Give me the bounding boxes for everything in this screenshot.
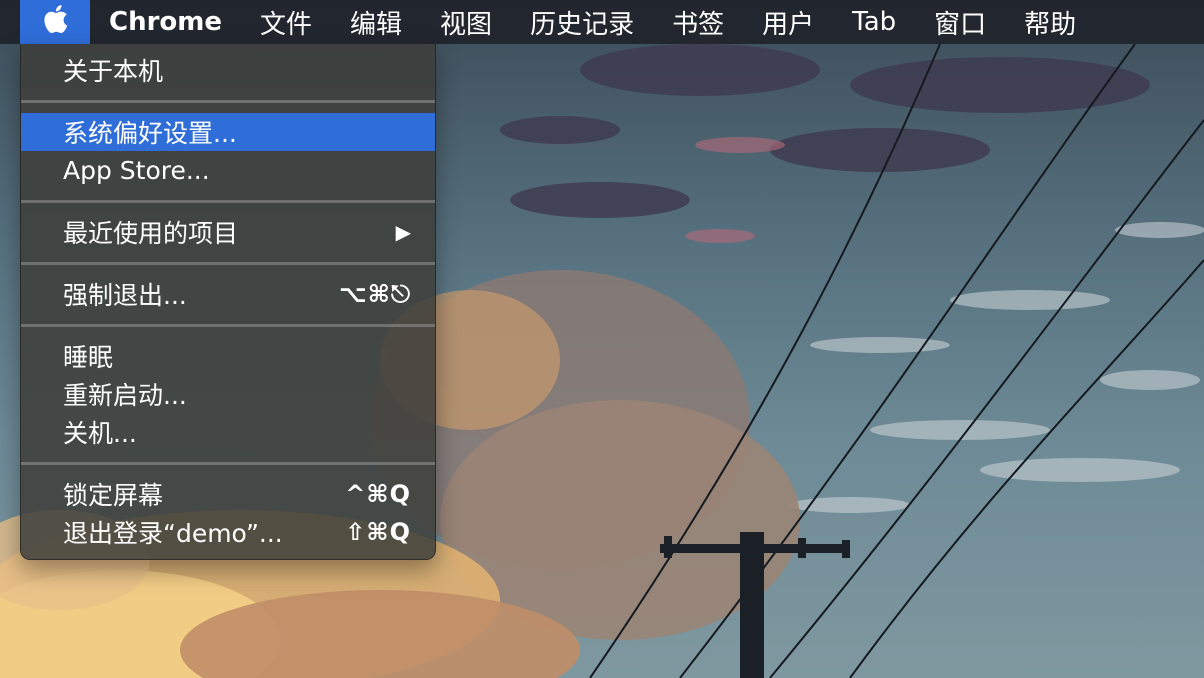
menu-item-force-quit-label: 强制退出... xyxy=(63,281,187,310)
menu-item-logout-label: 退出登录“demo”... xyxy=(63,519,283,548)
menubar-item-help[interactable]: 帮助 xyxy=(1005,0,1095,44)
apple-menu-dropdown: 关于本机 系统偏好设置... App Store... 最近使用的项目 ▶ 强制… xyxy=(20,44,436,560)
menubar-item-view[interactable]: 视图 xyxy=(421,0,511,44)
submenu-arrow-icon: ▶ xyxy=(395,220,411,244)
menu-bar: Chrome 文件 编辑 视图 历史记录 书签 用户 Tab 窗口 帮助 xyxy=(0,0,1204,44)
menu-separator xyxy=(21,462,435,465)
menubar-item-tab[interactable]: Tab xyxy=(833,0,915,44)
menubar-item-people[interactable]: 用户 xyxy=(743,0,833,44)
menu-item-about-label: 关于本机 xyxy=(63,57,164,86)
menu-item-lock-screen-label: 锁定屏幕 xyxy=(63,481,164,510)
menubar-app-name[interactable]: Chrome xyxy=(90,0,241,44)
apple-menu-button[interactable] xyxy=(20,0,90,44)
menu-item-force-quit[interactable]: 强制退出... ⌥⌘⎋ xyxy=(21,275,435,313)
menu-separator xyxy=(21,200,435,203)
apple-logo-icon xyxy=(42,4,68,41)
menubar-item-edit[interactable]: 编辑 xyxy=(331,0,421,44)
menu-item-app-store[interactable]: App Store... xyxy=(21,151,435,189)
menubar-item-file[interactable]: 文件 xyxy=(241,0,331,44)
lock-screen-shortcut: ^⌘Q xyxy=(345,480,411,508)
menubar-item-window[interactable]: 窗口 xyxy=(915,0,1005,44)
menu-separator xyxy=(21,324,435,327)
force-quit-shortcut: ⌥⌘⎋ xyxy=(339,280,411,308)
menu-item-restart[interactable]: 重新启动... xyxy=(21,375,435,413)
menu-item-shutdown-label: 关机... xyxy=(63,419,137,448)
menu-item-app-store-label: App Store... xyxy=(63,155,210,185)
menu-item-shutdown[interactable]: 关机... xyxy=(21,413,435,451)
menu-separator xyxy=(21,262,435,265)
logout-shortcut: ⇧⌘Q xyxy=(345,518,411,546)
menu-item-recent-items-label: 最近使用的项目 xyxy=(63,219,239,248)
menu-item-system-preferences-label: 系统偏好设置... xyxy=(63,119,237,148)
menu-item-sleep-label: 睡眠 xyxy=(63,343,114,372)
menu-item-restart-label: 重新启动... xyxy=(63,381,187,410)
menu-item-logout[interactable]: 退出登录“demo”... ⇧⌘Q xyxy=(21,513,435,551)
menubar-item-history[interactable]: 历史记录 xyxy=(511,0,653,44)
menu-item-lock-screen[interactable]: 锁定屏幕 ^⌘Q xyxy=(21,475,435,513)
menu-item-sleep[interactable]: 睡眠 xyxy=(21,337,435,375)
menu-separator xyxy=(21,100,435,103)
menu-item-recent-items[interactable]: 最近使用的项目 ▶ xyxy=(21,213,435,251)
menu-item-system-preferences[interactable]: 系统偏好设置... xyxy=(21,113,435,151)
menu-item-about[interactable]: 关于本机 xyxy=(21,51,435,89)
menubar-item-bookmarks[interactable]: 书签 xyxy=(653,0,743,44)
